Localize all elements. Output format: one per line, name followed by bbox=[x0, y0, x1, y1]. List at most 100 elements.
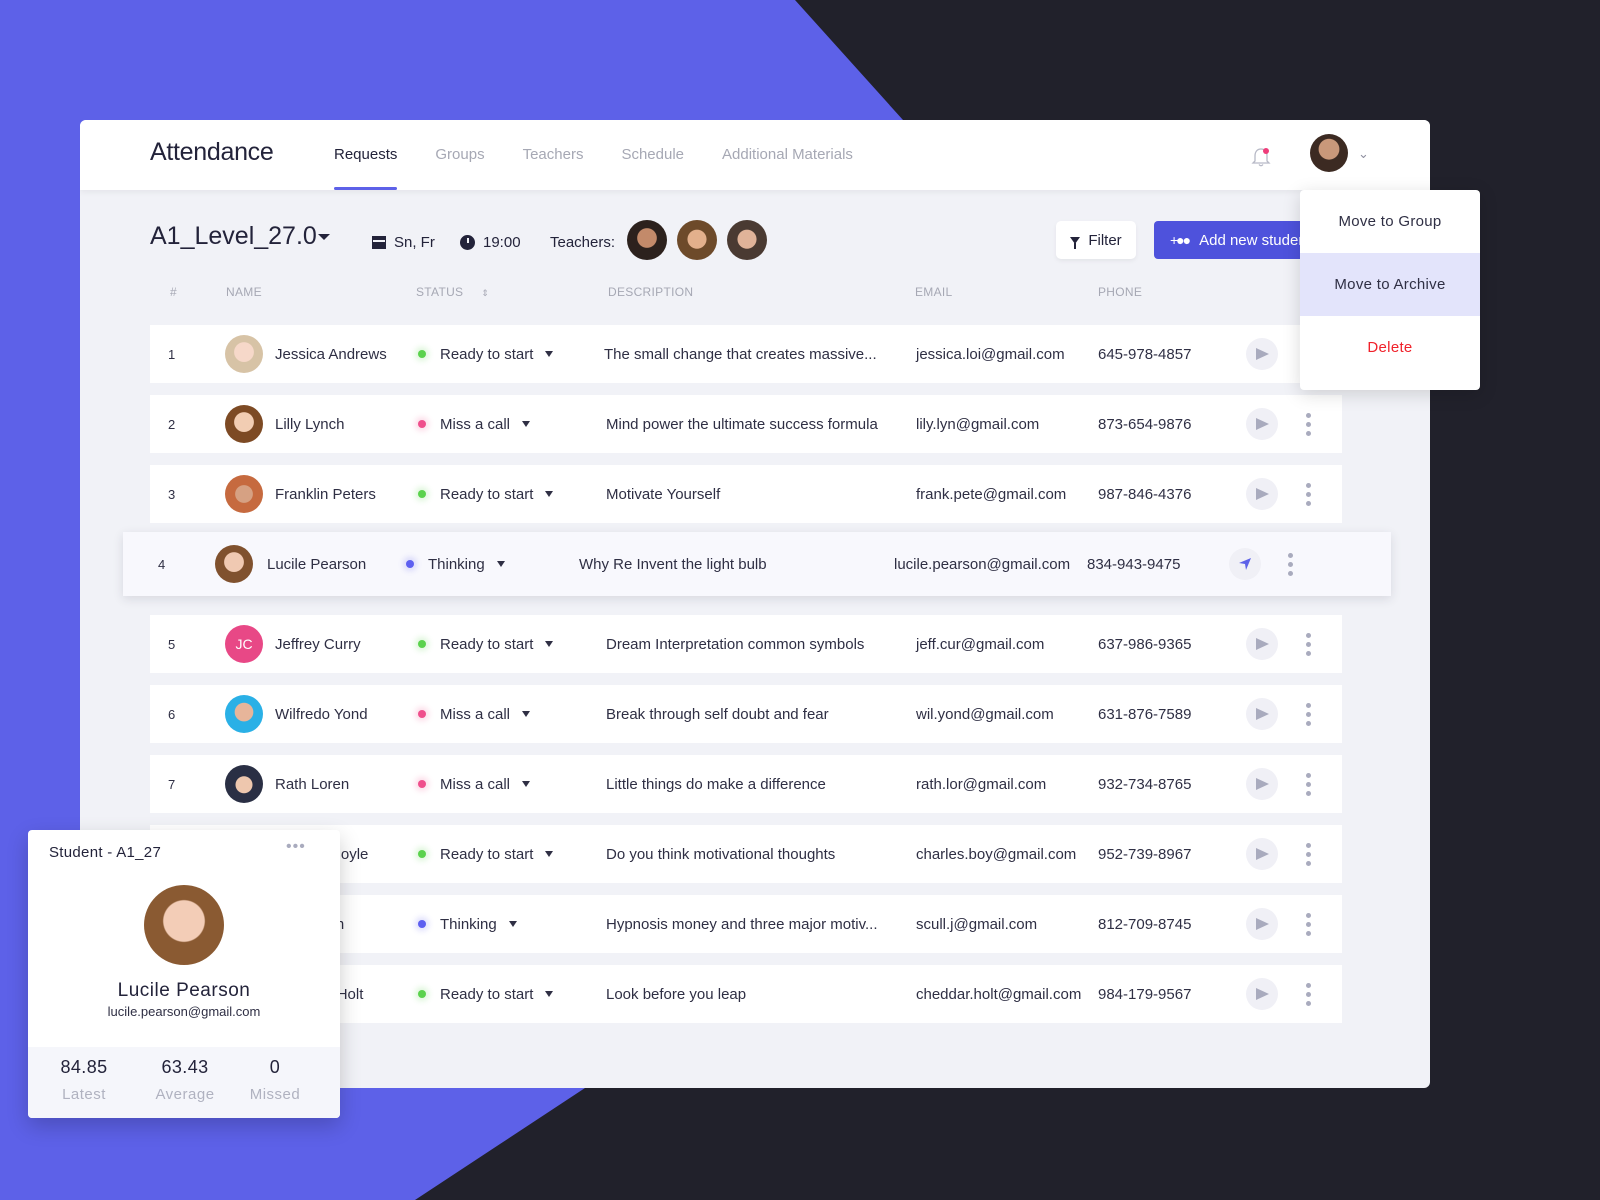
tab-requests[interactable]: Requests bbox=[334, 120, 398, 190]
menu-item-delete[interactable]: Delete bbox=[1300, 316, 1480, 379]
student-name[interactable]: Rath Loren bbox=[275, 755, 349, 813]
status-label: Ready to start bbox=[440, 485, 534, 503]
column-header-status[interactable]: STATUS ⇕ bbox=[416, 285, 489, 299]
phone: 873-654-9876 bbox=[1098, 415, 1192, 433]
user-avatar[interactable] bbox=[1310, 134, 1348, 172]
add-student-button[interactable]: +●● Add new student bbox=[1154, 221, 1314, 259]
tab-groups[interactable]: Groups bbox=[435, 120, 484, 190]
tab-additional-materials[interactable]: Additional Materials bbox=[722, 120, 853, 190]
status-dropdown[interactable]: Thinking bbox=[406, 532, 505, 596]
add-student-label: Add new student bbox=[1199, 231, 1311, 249]
group-selector[interactable]: A1_Level_27.0 bbox=[150, 222, 317, 251]
send-message-button[interactable] bbox=[1246, 395, 1278, 453]
bell-icon[interactable] bbox=[1250, 146, 1272, 168]
send-message-button[interactable] bbox=[1246, 965, 1278, 1023]
send-message-button[interactable] bbox=[1246, 895, 1278, 953]
status-dot-icon bbox=[418, 490, 426, 498]
status-dropdown[interactable]: Ready to start bbox=[418, 615, 554, 673]
teacher-avatar[interactable] bbox=[627, 220, 667, 260]
avatar-cell bbox=[225, 755, 263, 813]
avatar: JC bbox=[225, 625, 263, 663]
status-dot-icon bbox=[418, 640, 426, 648]
status-dropdown[interactable]: Thinking bbox=[418, 895, 517, 953]
student-name[interactable]: Franklin Peters bbox=[275, 465, 376, 523]
kebab-menu-icon bbox=[1306, 982, 1311, 1006]
send-message-button[interactable] bbox=[1229, 532, 1261, 596]
table-row[interactable]: 5 JC Jeffrey Curry Ready to start Dream … bbox=[150, 615, 1342, 673]
table-header: # NAME STATUS ⇕ DESCRIPTION EMAIL PHONE bbox=[150, 285, 1342, 305]
status-dropdown[interactable]: Miss a call bbox=[418, 395, 531, 453]
send-message-button[interactable] bbox=[1246, 615, 1278, 673]
status-label: Ready to start bbox=[440, 635, 534, 653]
menu-item-move-to-group[interactable]: Move to Group bbox=[1300, 190, 1480, 253]
kebab-menu-icon bbox=[1306, 912, 1311, 936]
time-text: 19:00 bbox=[483, 234, 521, 251]
sort-icon[interactable]: ⇕ bbox=[481, 288, 489, 298]
status-dropdown[interactable]: Miss a call bbox=[418, 685, 531, 743]
student-name[interactable]: Wilfredo Yond bbox=[275, 685, 368, 743]
table-row-selected[interactable]: 4 Lucile Pearson Thinking Why Re Invent … bbox=[123, 532, 1391, 596]
student-name[interactable]: Lilly Lynch bbox=[275, 395, 344, 453]
student-name[interactable]: Lucile Pearson bbox=[267, 532, 366, 596]
send-message-button[interactable] bbox=[1246, 755, 1278, 813]
status-header-label: STATUS bbox=[416, 285, 464, 299]
column-header-name[interactable]: NAME bbox=[226, 285, 262, 299]
filter-button[interactable]: Filter bbox=[1056, 221, 1136, 259]
row-menu-button[interactable] bbox=[1306, 465, 1311, 523]
teacher-avatar[interactable] bbox=[677, 220, 717, 260]
row-menu-button[interactable] bbox=[1306, 685, 1311, 743]
more-options-icon[interactable]: ••• bbox=[286, 838, 306, 856]
student-name[interactable]: Jessica Andrews bbox=[275, 325, 387, 383]
send-icon bbox=[1246, 908, 1278, 940]
table-row[interactable]: 2 Lilly Lynch Miss a call Mind power the… bbox=[150, 395, 1342, 453]
row-context-menu: Move to Group Move to Archive Delete bbox=[1300, 190, 1480, 390]
top-navigation-bar: Attendance Requests Groups Teachers Sche… bbox=[80, 120, 1430, 190]
caret-down-icon[interactable] bbox=[318, 234, 330, 240]
teacher-avatar[interactable] bbox=[727, 220, 767, 260]
stat-value: 84.85 bbox=[60, 1057, 108, 1077]
status-dropdown[interactable]: Ready to start bbox=[418, 825, 554, 883]
table-row[interactable]: 7 Rath Loren Miss a call Little things d… bbox=[150, 755, 1342, 813]
description: Look before you leap bbox=[606, 985, 747, 1003]
status-dropdown[interactable]: Ready to start bbox=[418, 465, 554, 523]
row-menu-button[interactable] bbox=[1306, 615, 1311, 673]
avatar-cell bbox=[225, 325, 263, 383]
phone: 834-943-9475 bbox=[1087, 555, 1181, 573]
send-message-button[interactable] bbox=[1246, 685, 1278, 743]
status-dot-icon bbox=[406, 560, 414, 568]
avatar bbox=[225, 475, 263, 513]
row-menu-button[interactable] bbox=[1306, 395, 1311, 453]
table-row[interactable]: 3 Franklin Peters Ready to start Motivat… bbox=[150, 465, 1342, 523]
email: jessica.loi@gmail.com bbox=[916, 345, 1065, 363]
send-message-button[interactable] bbox=[1246, 465, 1278, 523]
status-dropdown[interactable]: Ready to start bbox=[418, 325, 554, 383]
chevron-down-icon[interactable]: ⌄ bbox=[1358, 146, 1369, 162]
tab-schedule[interactable]: Schedule bbox=[621, 120, 684, 190]
status-dropdown[interactable]: Miss a call bbox=[418, 755, 531, 813]
description: Why Re Invent the light bulb bbox=[579, 555, 767, 573]
send-message-button[interactable] bbox=[1246, 325, 1278, 383]
kebab-menu-icon bbox=[1306, 772, 1311, 796]
row-menu-button[interactable] bbox=[1288, 532, 1293, 596]
caret-down-icon bbox=[508, 921, 517, 927]
menu-item-move-to-archive[interactable]: Move to Archive bbox=[1300, 253, 1480, 316]
row-menu-button[interactable] bbox=[1306, 965, 1311, 1023]
caret-down-icon bbox=[522, 711, 531, 717]
status-dot-icon bbox=[418, 420, 426, 428]
status-dot-icon bbox=[418, 710, 426, 718]
email: frank.pete@gmail.com bbox=[916, 485, 1067, 503]
caret-down-icon bbox=[545, 991, 554, 997]
phone: 637-986-9365 bbox=[1098, 635, 1192, 653]
description: Mind power the ultimate success formula bbox=[606, 415, 878, 433]
student-name[interactable]: Jeffrey Curry bbox=[275, 615, 361, 673]
status-dropdown[interactable]: Ready to start bbox=[418, 965, 554, 1023]
row-menu-button[interactable] bbox=[1306, 755, 1311, 813]
send-message-button[interactable] bbox=[1246, 825, 1278, 883]
row-menu-button[interactable] bbox=[1306, 895, 1311, 953]
send-icon bbox=[1229, 548, 1261, 580]
tab-teachers[interactable]: Teachers bbox=[523, 120, 584, 190]
days-text: Sn, Fr bbox=[394, 234, 435, 251]
table-row[interactable]: 6 Wilfredo Yond Miss a call Break throug… bbox=[150, 685, 1342, 743]
row-menu-button[interactable] bbox=[1306, 825, 1311, 883]
table-row[interactable]: 1 Jessica Andrews Ready to start The sma… bbox=[150, 325, 1342, 383]
